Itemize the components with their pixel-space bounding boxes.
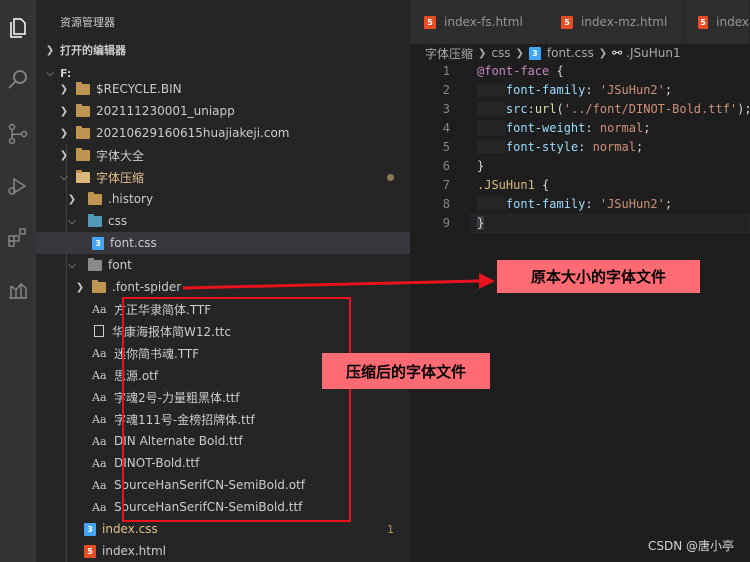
code-line: font-style: normal; xyxy=(477,138,643,157)
css-folder-icon xyxy=(88,213,102,227)
watermark: CSDN @唐小亭 xyxy=(647,539,734,553)
font-file-icon: Aa xyxy=(92,346,107,360)
code-line: } xyxy=(477,216,485,230)
code-line: font-weight: normal; xyxy=(477,119,650,138)
line-number: 4 xyxy=(442,121,450,135)
tab-index-mz[interactable]: 5 index-mz.html xyxy=(547,0,684,44)
editor-tabs: 5 index-fs.html 5 index-mz.html 5 index xyxy=(410,0,750,44)
line-number: 2 xyxy=(442,83,450,97)
run-debug-icon[interactable] xyxy=(4,172,32,200)
tree-item-css-folder[interactable]: ⌵ css xyxy=(36,210,410,232)
tab-index-fs[interactable]: 5 index-fs.html xyxy=(410,0,547,44)
code-editor[interactable]: 1 2 3 4 5 6 7 8 9 @font-face { font-fami… xyxy=(410,62,750,562)
tab-index[interactable]: 5 index xyxy=(684,0,750,44)
code-line: @font-face { xyxy=(477,64,564,78)
chart-icon[interactable] xyxy=(4,276,32,304)
font-file-icon: Aa xyxy=(92,368,107,382)
breadcrumb-item[interactable]: font.css xyxy=(547,46,594,60)
code-line: src:url('../font/DINOT-Bold.ttf'); xyxy=(477,100,750,119)
current-line-highlight xyxy=(470,214,750,233)
tree-item-uniapp[interactable]: ❯ 202111230001_uniapp xyxy=(36,100,410,122)
folder-icon xyxy=(76,125,90,139)
css-file-icon: 3 xyxy=(92,236,104,250)
annotation-arrow xyxy=(183,273,495,290)
html-file-icon: 5 xyxy=(561,15,573,29)
explorer-title: 资源管理器 xyxy=(60,16,115,29)
chevron-right-icon: ❯ xyxy=(515,47,524,59)
font-folder-icon xyxy=(88,257,102,271)
line-number: 3 xyxy=(442,102,450,116)
html-file-icon: 5 xyxy=(84,544,96,558)
font-file-icon: Aa xyxy=(92,302,107,316)
font-file-icon: Aa xyxy=(92,434,107,448)
code-line: .JSuHun1 { xyxy=(477,178,550,192)
breadcrumb-item[interactable]: .JSuHun1 xyxy=(626,46,680,60)
line-number: 5 xyxy=(442,140,450,154)
breadcrumb-item[interactable]: 字体压缩 xyxy=(425,45,473,62)
compressed-fonts-highlight xyxy=(122,297,351,522)
html-file-icon: 5 xyxy=(698,15,709,29)
source-control-icon[interactable] xyxy=(4,120,32,148)
chevron-right-icon: ❯ xyxy=(598,47,608,59)
explorer-icon[interactable] xyxy=(4,14,32,42)
code-line: } xyxy=(477,159,485,173)
callout-original-font: 原本大小的字体文件 xyxy=(497,260,700,293)
line-number: 7 xyxy=(442,178,450,192)
html-file-icon: 5 xyxy=(424,15,436,29)
symbol-class-icon: ⚯ xyxy=(612,46,623,60)
folder-icon xyxy=(76,81,90,95)
breadcrumb: 字体压缩 ❯ css ❯ 3 font.css ❯ ⚯ .JSuHun1 xyxy=(410,44,750,62)
chevron-right-icon: ❯ xyxy=(478,47,487,59)
font-file-icon: Aa xyxy=(92,478,107,492)
code-line: font-family: 'JSuHun2'; xyxy=(477,81,672,100)
line-number: 6 xyxy=(442,159,450,173)
open-editors-section[interactable]: ❯ 打开的编辑器 xyxy=(36,39,410,61)
file-icon xyxy=(94,325,104,337)
search-icon[interactable] xyxy=(4,66,32,94)
code-line: font-family: 'JSuHun2'; xyxy=(477,195,672,214)
tree-item-font-compress[interactable]: ⌵ 字体压缩 xyxy=(36,166,410,188)
folder-icon xyxy=(76,147,90,161)
folder-icon xyxy=(92,279,106,293)
tree-item-font-collection[interactable]: ❯ 字体大全 xyxy=(36,144,410,166)
font-file-icon: Aa xyxy=(92,412,107,426)
chevron-right-icon: ❯ xyxy=(45,44,55,56)
problem-count-badge: 1 xyxy=(387,522,394,536)
font-file-icon: Aa xyxy=(92,456,107,470)
line-number: 8 xyxy=(442,197,450,211)
extensions-icon[interactable] xyxy=(4,224,32,252)
modified-dot xyxy=(387,173,394,181)
font-file-icon: Aa xyxy=(92,390,107,404)
activity-bar xyxy=(0,0,36,562)
tree-item-history[interactable]: ❯ .history xyxy=(36,188,410,210)
css-file-icon: 3 xyxy=(84,522,96,536)
breadcrumb-item[interactable]: css xyxy=(491,46,510,60)
css-file-icon: 3 xyxy=(528,46,541,60)
line-number: 9 xyxy=(442,216,450,230)
tree-item-index-html[interactable]: 5 index.html xyxy=(36,540,410,562)
tree-item-font-css[interactable]: 3 font.css xyxy=(36,232,410,254)
font-file-icon: Aa xyxy=(92,500,107,514)
chevron-down-icon: ⌵ xyxy=(46,67,54,79)
folder-icon xyxy=(88,191,102,205)
callout-compressed-font: 压缩后的字体文件 xyxy=(322,353,490,389)
tree-item-recycle-bin[interactable]: ❯ $RECYCLE.BIN xyxy=(36,78,410,100)
folder-icon xyxy=(76,103,90,117)
tree-item-huajiakeji[interactable]: ❯ 20210629160615huajiakeji.com xyxy=(36,122,410,144)
folder-open-icon xyxy=(76,169,90,183)
line-number: 1 xyxy=(442,64,450,78)
